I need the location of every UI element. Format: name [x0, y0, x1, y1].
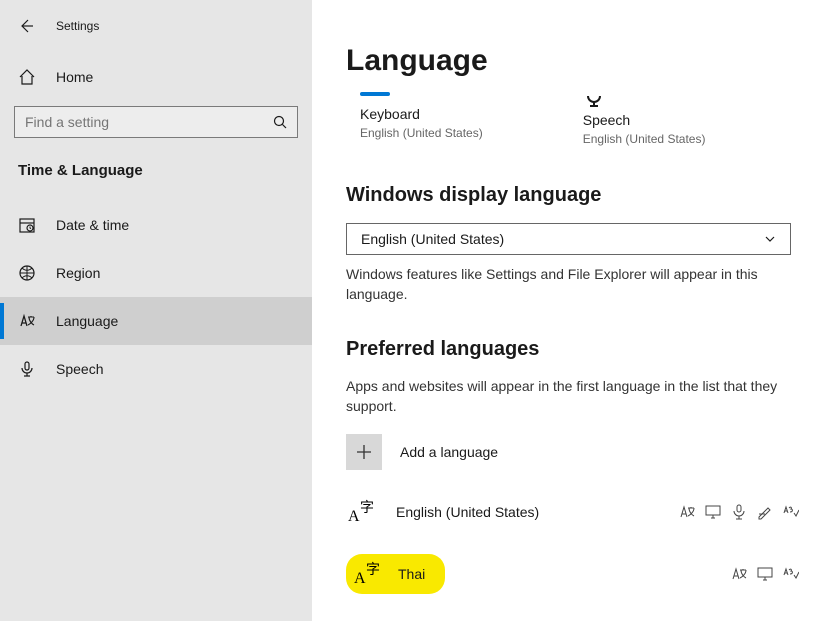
preferred-languages-heading: Preferred languages	[346, 338, 799, 361]
display-icon	[757, 566, 773, 582]
search-input[interactable]	[14, 106, 298, 138]
nav-item-language[interactable]: Language	[0, 297, 312, 345]
language-name: English (United States)	[396, 504, 539, 520]
home-label: Home	[56, 69, 93, 85]
microphone-icon	[583, 92, 706, 108]
nav-item-speech[interactable]: Speech	[0, 345, 312, 393]
chevron-down-icon	[764, 233, 776, 245]
back-icon[interactable]	[18, 18, 34, 34]
spellcheck-icon	[783, 566, 799, 582]
keyboard-icon	[360, 92, 390, 96]
add-language-label: Add a language	[400, 444, 498, 460]
handwriting-icon	[757, 504, 773, 520]
language-glyph-icon: A字	[352, 558, 384, 590]
calendar-icon	[18, 216, 36, 234]
content-pane: Language Keyboard English (United States…	[312, 0, 827, 621]
nav-label: Language	[56, 313, 118, 329]
microphone-icon	[731, 504, 747, 520]
display-language-heading: Windows display language	[346, 184, 799, 207]
page-title: Language	[346, 44, 799, 78]
language-item-thai[interactable]: A字 Thai	[346, 548, 799, 600]
display-language-desc: Windows features like Settings and File …	[346, 265, 796, 304]
plus-icon	[346, 434, 382, 470]
nav-item-datetime[interactable]: Date & time	[0, 201, 312, 249]
tile-speech[interactable]: Speech English (United States)	[583, 92, 706, 146]
tile-value: English (United States)	[583, 132, 706, 146]
tile-label: Speech	[583, 112, 706, 128]
language-name: Thai	[398, 566, 425, 582]
title-bar: Settings	[0, 18, 312, 56]
tile-keyboard[interactable]: Keyboard English (United States)	[360, 92, 483, 146]
language-glyph-icon: A字	[346, 496, 378, 528]
search-field[interactable]	[25, 114, 273, 130]
add-language-button[interactable]: Add a language	[346, 434, 799, 470]
translate-icon	[679, 504, 695, 520]
nav-item-region[interactable]: Region	[0, 249, 312, 297]
tile-label: Keyboard	[360, 106, 483, 122]
highlight-marker: A字 Thai	[346, 554, 445, 594]
preferred-languages-desc: Apps and websites will appear in the fir…	[346, 377, 796, 416]
svg-text:A: A	[354, 570, 366, 587]
nav-label: Speech	[56, 361, 103, 377]
language-feature-icons	[679, 504, 799, 520]
search-icon	[273, 115, 287, 129]
microphone-icon	[18, 360, 36, 378]
window-title: Settings	[56, 19, 99, 33]
section-header: Time & Language	[0, 156, 312, 201]
globe-icon	[18, 264, 36, 282]
svg-text:A: A	[348, 508, 360, 525]
tile-value: English (United States)	[360, 126, 483, 140]
home-icon	[18, 68, 36, 86]
home-nav[interactable]: Home	[0, 56, 312, 98]
sidebar: Settings Home Time & Language Date & tim…	[0, 0, 312, 621]
display-language-dropdown[interactable]: English (United States)	[346, 223, 791, 255]
dropdown-value: English (United States)	[361, 231, 504, 247]
nav-label: Region	[56, 265, 100, 281]
display-icon	[705, 504, 721, 520]
translate-icon	[731, 566, 747, 582]
language-item-english[interactable]: A字 English (United States)	[346, 490, 799, 534]
svg-text:字: 字	[366, 562, 380, 578]
language-icon	[18, 312, 36, 330]
nav-label: Date & time	[56, 217, 129, 233]
spellcheck-icon	[783, 504, 799, 520]
svg-text:字: 字	[360, 500, 374, 516]
summary-tiles: Keyboard English (United States) Speech …	[346, 92, 799, 146]
language-feature-icons	[731, 566, 799, 582]
